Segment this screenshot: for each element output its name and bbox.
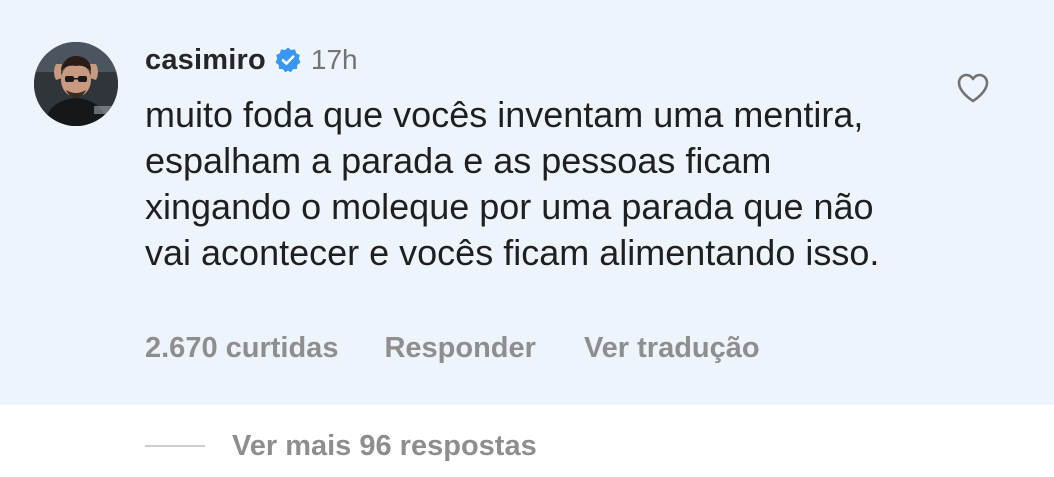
view-more-replies-label: Ver mais 96 respostas bbox=[232, 429, 537, 462]
replies-divider-line bbox=[145, 445, 205, 447]
verified-badge-icon bbox=[274, 46, 302, 74]
comment-actions: 2.670 curtidas Responder Ver tradução bbox=[145, 328, 760, 368]
like-button[interactable] bbox=[955, 70, 991, 106]
view-more-replies-button[interactable]: Ver mais 96 respostas bbox=[145, 426, 537, 466]
heart-outline-icon bbox=[957, 73, 989, 103]
reply-button[interactable]: Responder bbox=[384, 332, 535, 365]
avatar-image bbox=[34, 42, 118, 126]
likes-count[interactable]: 2.670 curtidas bbox=[145, 332, 338, 365]
comment-timestamp: 17h bbox=[310, 44, 358, 75]
avatar[interactable] bbox=[34, 42, 118, 126]
comment-card: casimiro 17h muito foda que vocês invent… bbox=[0, 0, 1054, 405]
translate-button[interactable]: Ver tradução bbox=[584, 332, 760, 365]
username[interactable]: casimiro bbox=[145, 44, 266, 77]
comment-header: casimiro 17h bbox=[145, 40, 358, 80]
comment-text: muito foda que vocês inventam uma mentir… bbox=[145, 94, 880, 273]
